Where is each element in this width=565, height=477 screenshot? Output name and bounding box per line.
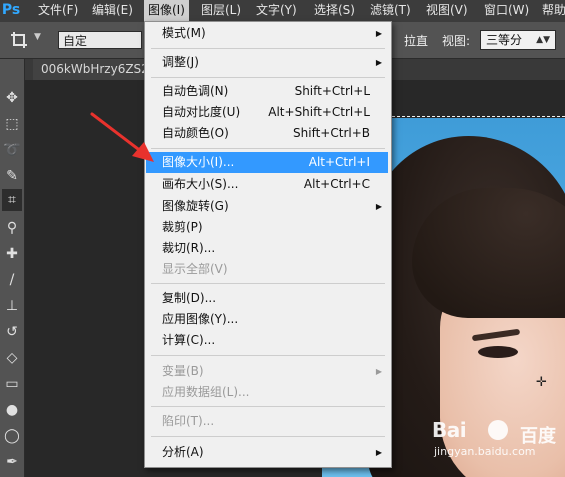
submenu-arrow-icon: ▶ (375, 448, 382, 457)
overlay-view-select[interactable]: 三等分 ▲▼ (480, 30, 556, 50)
menu-type[interactable]: 文字(Y) (252, 0, 301, 22)
crop-ratio-select[interactable]: 自定 (58, 31, 142, 49)
brush-icon[interactable]: / (2, 269, 22, 291)
menu-layer[interactable]: 图层(L) (197, 0, 245, 22)
menu-item-reveal-all: 显示全部(V) (162, 262, 228, 276)
menu-item-image-rotation[interactable]: 图像旋转(G) ▶ (146, 196, 388, 217)
marquee-icon[interactable]: ⬚ (2, 113, 22, 135)
watermark-logo-left: Bai (432, 418, 467, 442)
menu-item-trap: 陷印(T)... (162, 414, 215, 428)
menu-separator (151, 406, 385, 407)
menu-view[interactable]: 视图(V) (422, 0, 472, 22)
menu-separator (151, 48, 385, 49)
history-brush-icon[interactable]: ↺ (2, 321, 22, 343)
pen-icon[interactable]: ✒ (2, 451, 22, 473)
submenu-arrow-icon: ▶ (375, 202, 382, 211)
menu-window[interactable]: 窗口(W) (480, 0, 533, 22)
crop-icon[interactable] (10, 31, 28, 49)
dodge-icon[interactable]: ◯ (2, 425, 22, 447)
menu-help[interactable]: 帮助 (538, 0, 565, 22)
menu-item-duplicate[interactable]: 复制(D)... (146, 288, 388, 309)
menu-item-canvas-size[interactable]: 画布大小(S)... Alt+Ctrl+C (146, 174, 388, 195)
healing-brush-icon[interactable]: ✚ (2, 243, 22, 265)
menu-item-apply-data-set: 应用数据组(L)... (162, 385, 250, 399)
tools-panel: ✥ ⬚ ➰ ✎ ⌗ ⚲ ✚ / ⊥ ↺ ◇ ▭ ● ◯ ✒ (0, 59, 25, 477)
clone-stamp-icon[interactable]: ⊥ (2, 295, 22, 317)
annotation-arrow-icon (88, 110, 160, 166)
menu-file[interactable]: 文件(F) (34, 0, 82, 22)
eye-shape (478, 346, 518, 358)
menu-item-auto-contrast[interactable]: 自动对比度(U) Alt+Shift+Ctrl+L (146, 102, 388, 123)
menu-image[interactable]: 图像(I) (144, 0, 189, 22)
menu-item-auto-tone[interactable]: 自动色调(N) Shift+Ctrl+L (146, 81, 388, 102)
submenu-arrow-icon: ▶ (375, 58, 382, 67)
menu-item-analysis[interactable]: 分析(A) ▶ (146, 442, 388, 463)
quick-select-icon[interactable]: ✎ (2, 165, 22, 187)
crosshair-cursor-icon: ✛ (536, 375, 547, 390)
eraser-icon[interactable]: ◇ (2, 347, 22, 369)
view-label: 视图: (442, 34, 471, 48)
menu-separator (151, 77, 385, 78)
submenu-arrow-icon: ▶ (375, 29, 382, 38)
menu-item-adjustments[interactable]: 调整(J) ▶ (146, 52, 388, 73)
menu-item-apply-image[interactable]: 应用图像(Y)... (146, 309, 388, 330)
overlay-view-value: 三等分 (486, 33, 523, 47)
menu-item-image-size[interactable]: 图像大小(I)... Alt+Ctrl+I (146, 152, 388, 173)
move-icon[interactable]: ✥ (2, 87, 22, 109)
menu-bar: Ps 文件(F) 编辑(E) 图像(I) 图层(L) 文字(Y) 选择(S) 滤… (0, 0, 565, 23)
menu-item-auto-color[interactable]: 自动颜色(O) Shift+Ctrl+B (146, 123, 388, 144)
menu-edit[interactable]: 编辑(E) (88, 0, 137, 22)
lasso-icon[interactable]: ➰ (2, 139, 22, 161)
app-logo: Ps (1, 2, 21, 18)
menu-separator (151, 283, 385, 284)
bangs-shape (412, 188, 565, 318)
chevron-down-icon[interactable]: ▼ (34, 32, 41, 42)
menu-filter[interactable]: 滤镜(T) (366, 0, 415, 22)
straighten-button[interactable]: 拉直 (404, 32, 428, 49)
gradient-icon[interactable]: ▭ (2, 373, 22, 395)
menu-item-variables: 变量(B) ▶ (146, 361, 388, 382)
blur-icon[interactable]: ● (2, 399, 22, 421)
menu-item-crop[interactable]: 裁剪(P) (146, 217, 388, 238)
submenu-arrow-icon: ▶ (375, 367, 382, 376)
menu-item-trim[interactable]: 裁切(R)... (146, 238, 388, 259)
watermark-url: jingyan.baidu.com (434, 445, 536, 458)
menu-select[interactable]: 选择(S) (310, 0, 359, 22)
menu-item-calculations[interactable]: 计算(C)... (146, 330, 388, 351)
crop-icon[interactable]: ⌗ (2, 189, 22, 211)
menu-separator (151, 436, 385, 437)
baidu-watermark: Bai 百度 jingyan.baidu.com (432, 418, 562, 468)
menu-separator (151, 355, 385, 356)
menu-item-mode[interactable]: 模式(M) ▶ (146, 23, 388, 44)
eyedropper-icon[interactable]: ⚲ (2, 217, 22, 239)
image-menu-dropdown: 模式(M) ▶ 调整(J) ▶ 自动色调(N) Shift+Ctrl+L 自动对比度(… (144, 21, 392, 468)
menu-separator (151, 148, 385, 149)
updown-arrows-icon: ▲▼ (536, 35, 550, 45)
paw-icon (488, 420, 508, 440)
